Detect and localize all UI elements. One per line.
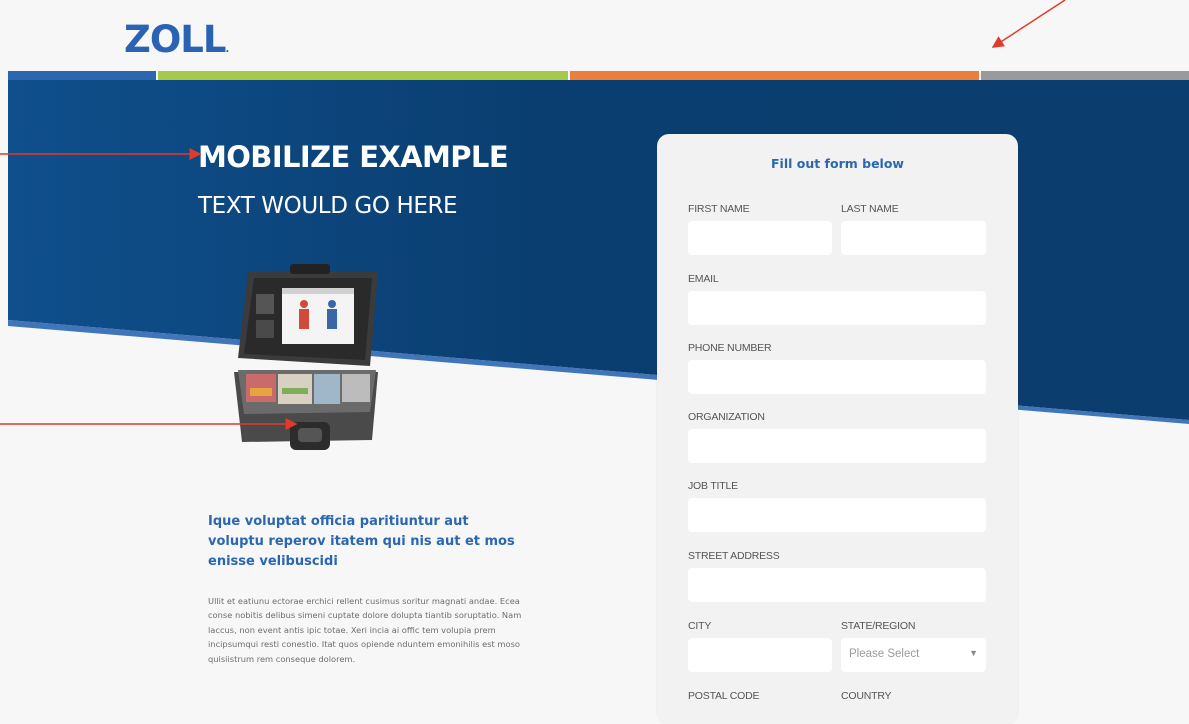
- form-title: Fill out form below: [771, 156, 904, 171]
- chevron-down-icon: ▼: [969, 648, 978, 658]
- street-address-label: STREET ADDRESS: [688, 550, 780, 562]
- content-body-text: Ullit et eatiunu ectorae erchici rellent…: [208, 596, 522, 664]
- phone-label: PHONE NUMBER: [688, 342, 772, 354]
- stripe-green: [158, 71, 568, 80]
- country-label: COUNTRY: [841, 690, 892, 702]
- city-label: CITY: [688, 620, 712, 632]
- organization-input[interactable]: [688, 429, 986, 463]
- job-title-input[interactable]: [688, 498, 986, 532]
- job-title-label: JOB TITLE: [688, 480, 738, 492]
- street-address-input[interactable]: [688, 568, 986, 602]
- state-select[interactable]: Please Select ▼: [841, 638, 986, 672]
- postal-code-label: POSTAL CODE: [688, 690, 760, 702]
- city-input[interactable]: [688, 638, 832, 672]
- product-case-image: [220, 262, 390, 462]
- lead-form: Fill out form below FIRST NAME LAST NAME…: [657, 134, 1018, 724]
- stripe-blue: [8, 71, 156, 80]
- last-name-label: LAST NAME: [841, 203, 899, 215]
- content-subheading: Ique voluptat officia paritiuntur aut vo…: [208, 514, 515, 569]
- first-name-input[interactable]: [688, 221, 832, 255]
- zoll-logo[interactable]: ZOLL.: [124, 18, 229, 72]
- stripe-orange: [570, 71, 979, 80]
- hero-subheadline: TEXT WOULD GO HERE: [198, 193, 458, 219]
- state-label: STATE/REGION: [841, 620, 916, 632]
- phone-input[interactable]: [688, 360, 986, 394]
- first-name-label: FIRST NAME: [688, 203, 750, 215]
- stripe-gray: [981, 71, 1189, 80]
- annotation-arrow-stripe: [991, 0, 1066, 48]
- state-select-value: Please Select: [849, 648, 920, 660]
- hero-headline: MOBILIZE EXAMPLE: [198, 140, 509, 174]
- organization-label: ORGANIZATION: [688, 411, 765, 423]
- email-input[interactable]: [688, 291, 986, 325]
- email-label: EMAIL: [688, 273, 719, 285]
- last-name-input[interactable]: [841, 221, 986, 255]
